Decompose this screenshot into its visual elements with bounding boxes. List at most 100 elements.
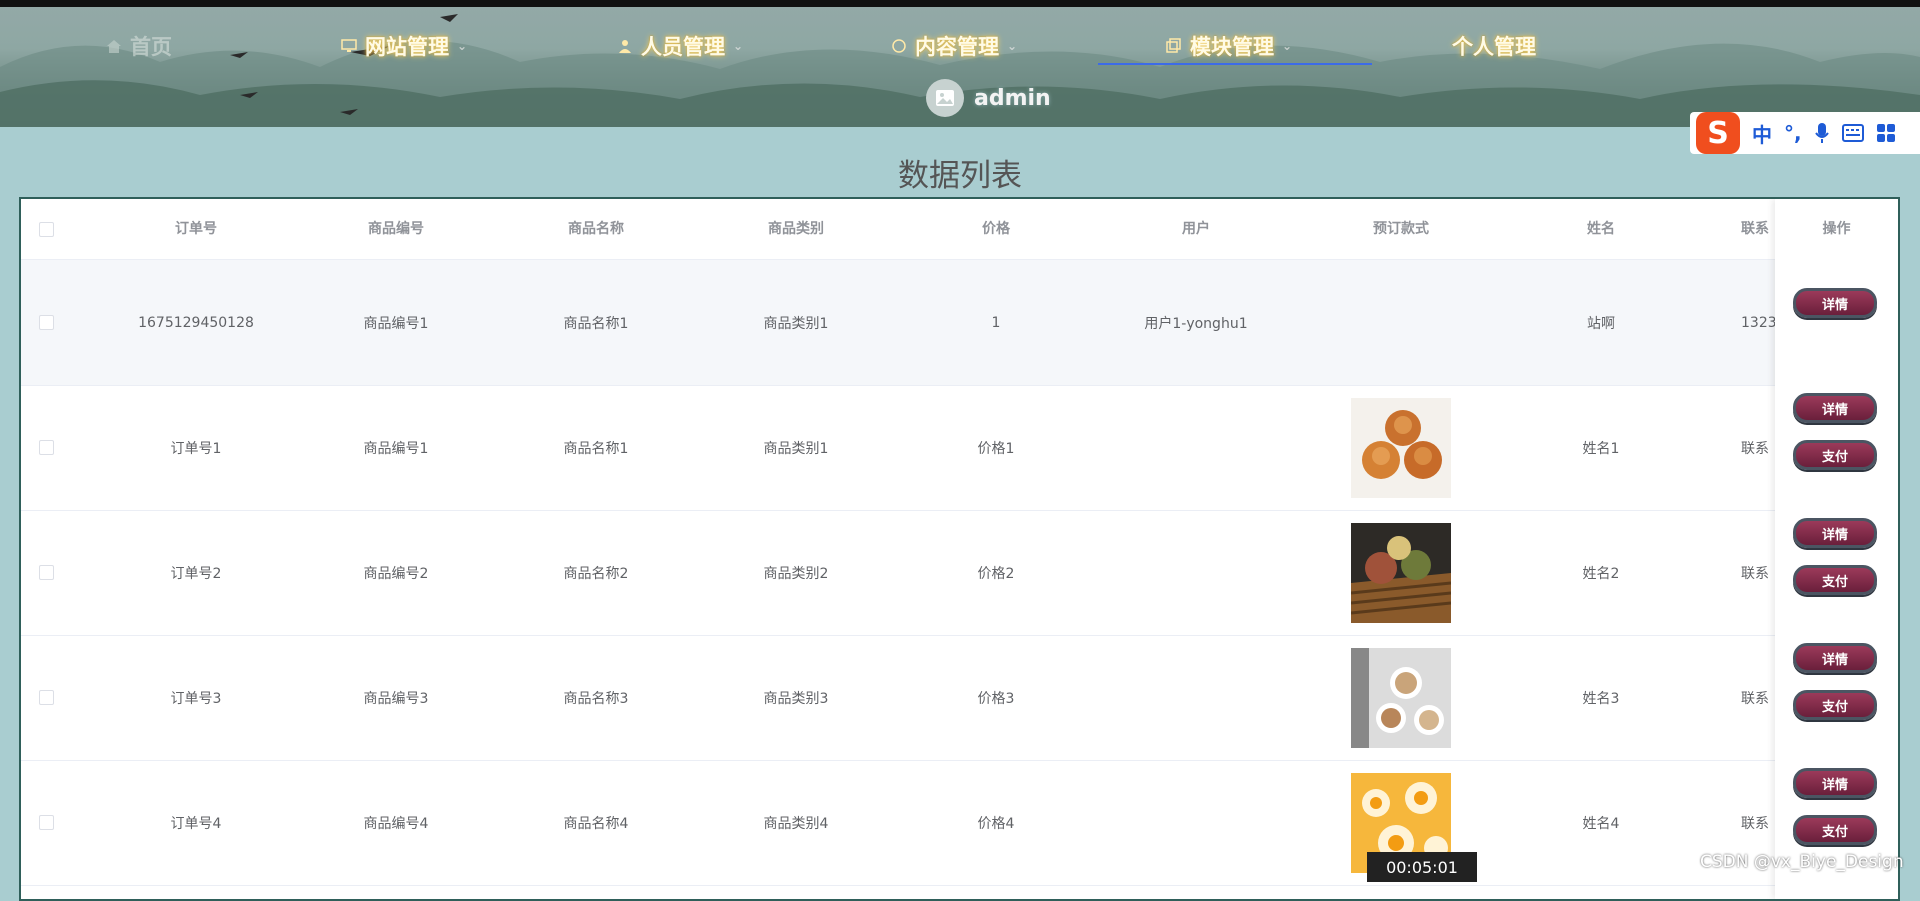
cell-price: 1	[991, 314, 1001, 331]
header-product-category: 商品类别	[768, 221, 824, 237]
chat-icon	[892, 39, 906, 53]
top-navigation: 首页 网站管理 ⌄ 人员管理 ⌄ 内容管理 ⌄ 模块管理 ⌄ 个人管理	[0, 29, 1920, 63]
cell-product-name: 商品名称3	[563, 690, 629, 707]
nav-label-home: 首页	[130, 35, 172, 59]
nav-item-modules[interactable]: 模块管理 ⌄	[1166, 29, 1292, 63]
window-top-strip	[0, 0, 1920, 7]
nav-label-personnel: 人员管理	[641, 35, 725, 59]
detail-button[interactable]: 详情	[1793, 768, 1877, 798]
keyboard-icon[interactable]	[1841, 124, 1864, 142]
copy-icon	[1166, 38, 1181, 53]
pastry-buns-image	[1351, 397, 1451, 498]
table-row[interactable]: 订单号2 商品编号2 商品名称2 商品类别2 价格2 姓名2 联系	[21, 510, 1898, 636]
cell-real-name: 姓名1	[1582, 440, 1620, 457]
pay-button[interactable]: 支付	[1793, 815, 1877, 845]
header-order-no: 订单号	[175, 221, 217, 237]
header-user: 用户	[1182, 221, 1210, 237]
nav-item-personnel[interactable]: 人员管理 ⌄	[617, 29, 743, 63]
cell-order-no: 订单号3	[170, 690, 222, 707]
table-row[interactable]: 订单号1 商品编号1 商品名称1 商品类别1 价格1 姓名1 联系	[21, 385, 1898, 511]
cell-product-name: 商品名称4	[563, 815, 629, 832]
cell-real-name: 姓名4	[1582, 815, 1620, 832]
pay-button[interactable]: 支付	[1793, 440, 1877, 470]
watermark: CSDN @vx_Biye_Design	[1700, 852, 1904, 872]
cell-product-code: 商品编号1	[363, 315, 429, 332]
chevron-down-icon: ⌄	[1007, 39, 1018, 53]
nav-item-content[interactable]: 内容管理 ⌄	[891, 29, 1017, 63]
cell-price: 价格2	[977, 565, 1015, 582]
nav-label-website: 网站管理	[365, 35, 449, 59]
image-icon	[936, 90, 954, 106]
table-row[interactable]: 订单号3 商品编号3 商品名称3 商品类别3 价格3 姓名3 联系	[21, 635, 1898, 761]
row-checkbox[interactable]	[31, 760, 61, 885]
cell-style-image	[1301, 385, 1501, 510]
header-price: 价格	[982, 221, 1010, 237]
header-product-code: 商品编号	[368, 221, 424, 237]
cell-style-image	[1301, 510, 1501, 635]
monitor-icon	[341, 39, 357, 52]
user-name: admin	[974, 85, 1051, 111]
cell-product-category: 商品类别1	[763, 440, 829, 457]
cell-real-name: 站啊	[1587, 315, 1615, 332]
cell-product-category: 商品类别2	[763, 565, 829, 582]
row-checkbox[interactable]	[31, 635, 61, 760]
cell-price: 价格4	[977, 815, 1015, 832]
table-row[interactable]: 1675129450128 商品编号1 商品名称1 商品类别1 1 用户1-yo…	[21, 260, 1898, 386]
select-all-checkbox[interactable]	[31, 199, 61, 259]
ime-chinese-toggle[interactable]: 中	[1752, 119, 1772, 148]
cell-product-category: 商品类别3	[763, 690, 829, 707]
pay-button[interactable]: 支付	[1793, 565, 1877, 595]
detail-button[interactable]: 详情	[1793, 393, 1877, 423]
detail-button[interactable]: 详情	[1793, 518, 1877, 548]
chevron-down-icon: ⌄	[457, 39, 468, 53]
mic-icon[interactable]	[1814, 122, 1830, 144]
detail-button[interactable]: 详情	[1793, 288, 1877, 318]
header-style: 预订款式	[1373, 221, 1429, 237]
cell-real-name: 姓名2	[1582, 565, 1620, 582]
chevron-down-icon: ⌄	[733, 39, 744, 53]
grid-icon[interactable]	[1876, 123, 1896, 143]
cell-product-code: 商品编号4	[363, 815, 429, 832]
ime-toolbar[interactable]: S 中 °,	[1690, 112, 1920, 154]
header-banner: 首页 网站管理 ⌄ 人员管理 ⌄ 内容管理 ⌄ 模块管理 ⌄ 个人管理 admi…	[0, 7, 1920, 127]
table-row[interactable]: 订单号4 商品编号4 商品名称4 商品类别4 价格4 姓名4 联系	[21, 760, 1898, 886]
data-table: 订单号 商品编号 商品名称 商品类别 价格 用户 预订款式 姓名 联系 1675…	[19, 197, 1900, 901]
cell-product-name: 商品名称2	[563, 565, 629, 582]
row-checkbox[interactable]	[31, 510, 61, 635]
nav-label-personal: 个人管理	[1452, 35, 1536, 59]
user-info[interactable]: admin	[926, 79, 1051, 117]
cell-order-no: 订单号4	[170, 815, 222, 832]
cell-product-category: 商品类别1	[763, 315, 829, 332]
nav-item-website[interactable]: 网站管理 ⌄	[341, 29, 467, 63]
row-checkbox[interactable]	[31, 385, 61, 510]
cell-user: 用户1-yonghu1	[1144, 315, 1248, 332]
nav-item-personal[interactable]: 个人管理	[1452, 29, 1536, 63]
header-real-name: 姓名	[1587, 221, 1615, 237]
detail-button[interactable]: 详情	[1793, 643, 1877, 673]
person-icon	[619, 40, 631, 53]
cell-real-name: 姓名3	[1582, 690, 1620, 707]
cell-order-no: 订单号2	[170, 565, 222, 582]
cell-product-code: 商品编号2	[363, 565, 429, 582]
video-timestamp: 00:05:01	[1367, 852, 1477, 882]
chevron-down-icon: ⌄	[1282, 39, 1293, 53]
operations-column: 操作 详情 详情 支付 详情 支付 详情 支付 详情 支付	[1775, 199, 1898, 899]
nav-active-indicator	[1098, 63, 1372, 65]
nav-item-home[interactable]: 首页	[106, 29, 172, 63]
home-icon	[107, 40, 121, 53]
cell-order-no: 订单号1	[170, 440, 222, 457]
cell-price: 价格1	[977, 440, 1015, 457]
header-product-name: 商品名称	[568, 221, 624, 237]
avatar	[926, 79, 964, 117]
cell-price: 价格3	[977, 690, 1015, 707]
table-header: 订单号 商品编号 商品名称 商品类别 价格 用户 预订款式 姓名 联系	[21, 199, 1898, 260]
sogou-logo-icon: S	[1696, 112, 1740, 154]
header-operations: 操作	[1822, 221, 1851, 237]
tea-cups-image	[1351, 647, 1451, 748]
pay-button[interactable]: 支付	[1793, 690, 1877, 720]
row-checkbox[interactable]	[31, 260, 61, 385]
page-title: 数据列表	[898, 158, 1022, 194]
cell-product-category: 商品类别4	[763, 815, 829, 832]
ime-punctuation[interactable]: °,	[1784, 121, 1802, 145]
cell-order-no: 1675129450128	[138, 314, 254, 331]
